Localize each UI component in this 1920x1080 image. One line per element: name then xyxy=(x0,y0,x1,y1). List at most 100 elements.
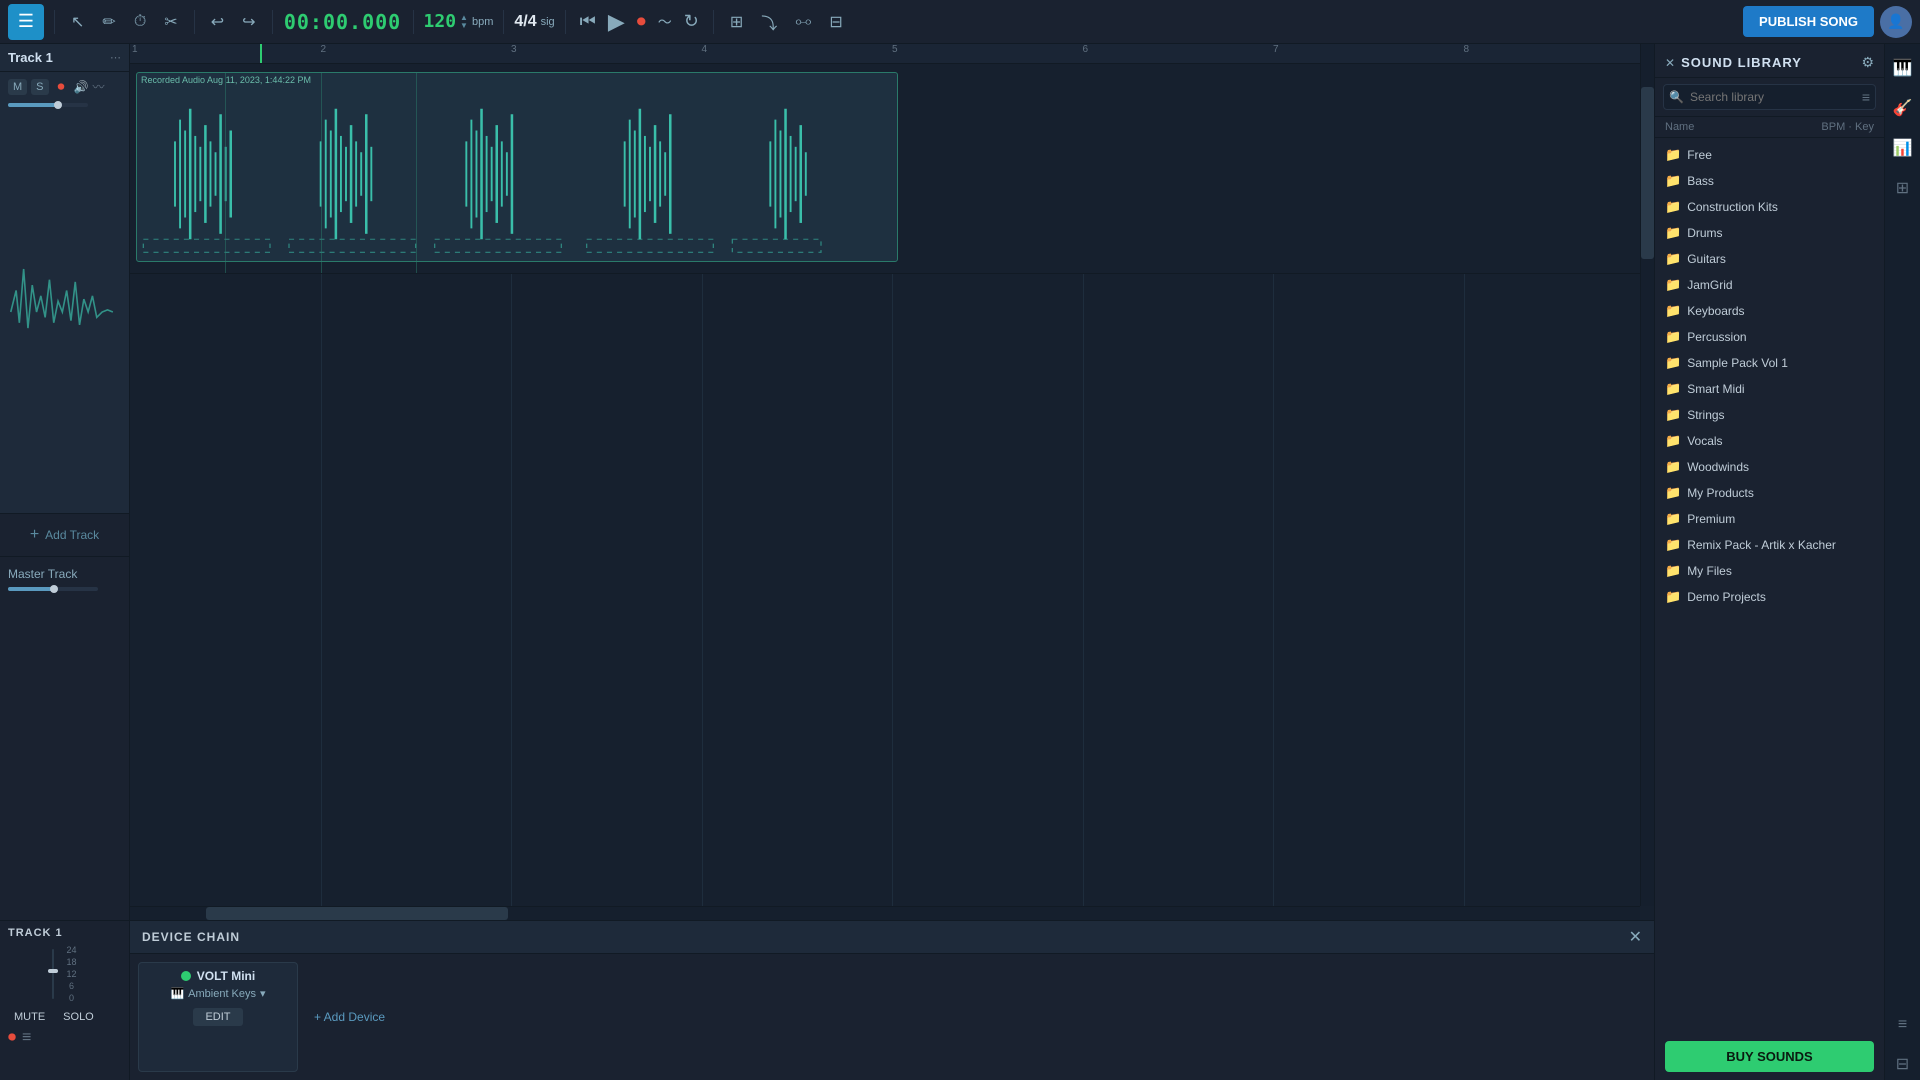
scroll-bottom-bar[interactable] xyxy=(130,906,1640,920)
lib-item[interactable]: 📁Demo Projects xyxy=(1655,584,1884,610)
lib-item[interactable]: 📁My Files xyxy=(1655,558,1884,584)
buy-sounds-btn[interactable]: BUY SOUNDS xyxy=(1665,1041,1874,1072)
bottom-fader: 24 18 12 6 0 xyxy=(8,945,121,1003)
ruler-marks: 1 2 3 4 5 6 7 8 xyxy=(130,44,1654,63)
user-avatar[interactable]: 👤 xyxy=(1880,6,1912,38)
sig-value[interactable]: 4/4 xyxy=(514,13,536,31)
quantize-btn[interactable]: ⤵ xyxy=(755,6,783,38)
bottom-record-icon[interactable]: ⏺ xyxy=(8,1029,16,1047)
pencil-tool[interactable]: ✏ xyxy=(96,8,121,36)
device-edit-btn[interactable]: EDIT xyxy=(193,1008,242,1026)
wave-btn[interactable]: 〜 xyxy=(654,8,676,36)
cpu-btn[interactable]: ⧟ xyxy=(789,9,817,35)
device-preset-row[interactable]: 🎹 Ambient Keys ▾ xyxy=(170,987,265,1000)
track1-fx-icon[interactable]: 🔊 xyxy=(74,80,89,94)
sound-lib-search-input[interactable] xyxy=(1663,84,1876,110)
device-power-dot[interactable] xyxy=(181,971,191,981)
scroll-right-bar[interactable] xyxy=(1640,44,1654,906)
sig-block: 4/4 sig xyxy=(514,13,554,31)
fader-handle[interactable] xyxy=(48,969,58,973)
clip-seg-3 xyxy=(416,72,417,273)
lib-item[interactable]: 📁Bass xyxy=(1655,168,1884,194)
snap-align-btn[interactable]: ⊞ xyxy=(724,8,749,36)
folder-icon: 📁 xyxy=(1665,537,1681,553)
waveform-svg xyxy=(137,87,897,261)
lib-item[interactable]: 📁Smart Midi xyxy=(1655,376,1884,402)
audio-clip-1[interactable]: Recorded Audio Aug 11, 2023, 1:44:22 PM xyxy=(136,72,898,262)
master-volume-bar[interactable] xyxy=(8,587,98,591)
track1-auto-icon[interactable]: 〰 xyxy=(92,78,104,95)
track1-s-btn[interactable]: S xyxy=(31,79,48,95)
lib-item[interactable]: 📁Woodwinds xyxy=(1655,454,1884,480)
redo-btn[interactable]: ↪ xyxy=(236,8,261,36)
scroll-thumb-v[interactable] xyxy=(1641,87,1654,259)
ruler-mark-4: 4 xyxy=(702,44,708,55)
add-track-area[interactable]: + Add Track xyxy=(0,514,129,557)
lib-item[interactable]: 📁JamGrid xyxy=(1655,272,1884,298)
far-right-eq-btn[interactable]: 📊 xyxy=(1887,132,1919,164)
folder-icon: 📁 xyxy=(1665,589,1681,605)
main-layout: Track 1 ⋯ M S ⏺ 🔊 〰 xyxy=(0,44,1920,1080)
track1-m-btn[interactable]: M xyxy=(8,79,27,95)
track1-lane[interactable]: Recorded Audio Aug 11, 2023, 1:44:22 PM xyxy=(130,64,1654,274)
far-right-bottom-btn2[interactable]: ⊟ xyxy=(1890,1048,1915,1080)
lib-item[interactable]: 📁Construction Kits xyxy=(1655,194,1884,220)
sound-lib-search-area: 🔍 ≡ xyxy=(1655,78,1884,117)
select-tool[interactable]: ↖ xyxy=(65,8,90,36)
device-slot-volt-mini[interactable]: VOLT Mini 🎹 Ambient Keys ▾ EDIT xyxy=(138,962,298,1072)
far-right-piano-btn[interactable]: 🎹 xyxy=(1887,52,1919,84)
sound-lib-filter-btn[interactable]: ⚙ xyxy=(1861,54,1874,71)
preset-midi-icon: 🎹 xyxy=(170,987,184,1000)
loop-btn[interactable]: ↻ xyxy=(680,7,703,36)
clock-tool[interactable]: ⏱ xyxy=(128,9,152,35)
cut-tool[interactable]: ✂ xyxy=(158,8,183,36)
empty-lanes[interactable] xyxy=(130,274,1654,906)
master-volume-fill xyxy=(8,587,53,591)
lib-item[interactable]: 📁Remix Pack - Artik x Kacher xyxy=(1655,532,1884,558)
arrange-view[interactable]: 1 2 3 4 5 6 7 8 xyxy=(130,44,1654,920)
bottom-mute-btn[interactable]: MUTE xyxy=(8,1009,51,1025)
bottom-eq-icon[interactable]: ≡ xyxy=(22,1029,31,1047)
lib-item[interactable]: 📁Keyboards xyxy=(1655,298,1884,324)
folder-icon: 📁 xyxy=(1665,381,1681,397)
device-chain-title: DEVICE CHAIN xyxy=(142,930,240,944)
play-btn[interactable]: ▶ xyxy=(604,5,629,39)
ruler-mark-7: 7 xyxy=(1273,44,1279,55)
lib-item[interactable]: 📁Percussion xyxy=(1655,324,1884,350)
plugin-grid-btn[interactable]: ⊟ xyxy=(823,8,848,36)
lib-item[interactable]: 📁Sample Pack Vol 1 xyxy=(1655,350,1884,376)
menu-button[interactable]: ☰ xyxy=(8,4,44,40)
scroll-thumb[interactable] xyxy=(206,907,508,920)
record-btn[interactable]: ⏺ xyxy=(633,7,650,36)
left-panel: Track 1 ⋯ M S ⏺ 🔊 〰 xyxy=(0,44,130,1080)
device-chain-close-btn[interactable]: ✕ xyxy=(1629,927,1642,947)
undo-btn[interactable]: ↩ xyxy=(205,8,230,36)
far-right-instrument-btn[interactable]: 🎸 xyxy=(1887,92,1919,124)
lib-item-name: Strings xyxy=(1687,408,1724,422)
lib-item[interactable]: 📁Guitars xyxy=(1655,246,1884,272)
track1-volume-knob[interactable] xyxy=(54,101,62,109)
folder-icon: 📁 xyxy=(1665,277,1681,293)
lib-item[interactable]: 📁Vocals xyxy=(1655,428,1884,454)
track1-record-btn[interactable]: ⏺ xyxy=(53,76,70,97)
bpm-value[interactable]: 120 xyxy=(424,11,457,32)
lib-filter-settings-btn[interactable]: ≡ xyxy=(1862,89,1870,105)
add-device-btn[interactable]: + Add Device xyxy=(306,962,393,1072)
lib-item[interactable]: 📁Premium xyxy=(1655,506,1884,532)
publish-song-button[interactable]: PUBLISH SONG xyxy=(1743,6,1874,37)
device-chain-body: VOLT Mini 🎹 Ambient Keys ▾ EDIT + Add De… xyxy=(130,954,1654,1080)
db-0: 0 xyxy=(69,993,74,1003)
lib-item[interactable]: 📁Strings xyxy=(1655,402,1884,428)
bottom-solo-btn[interactable]: SOLO xyxy=(57,1009,100,1025)
skip-back-btn[interactable]: ⏮ xyxy=(576,7,600,36)
master-volume-knob[interactable] xyxy=(50,585,58,593)
far-right-pattern-btn[interactable]: ⊞ xyxy=(1890,172,1915,204)
device-chain-panel: DEVICE CHAIN ✕ VOLT Mini 🎹 Ambient Keys … xyxy=(130,920,1654,1080)
track-settings-icon[interactable]: ⋯ xyxy=(110,51,121,64)
far-right-bottom-btn1[interactable]: ≡ xyxy=(1892,1010,1913,1040)
bpm-down[interactable]: ▼ xyxy=(460,22,468,30)
lib-item[interactable]: 📁My Products xyxy=(1655,480,1884,506)
lib-item[interactable]: 📁Drums xyxy=(1655,220,1884,246)
track1-volume-bar[interactable] xyxy=(8,103,88,107)
lib-item[interactable]: 📁Free xyxy=(1655,142,1884,168)
